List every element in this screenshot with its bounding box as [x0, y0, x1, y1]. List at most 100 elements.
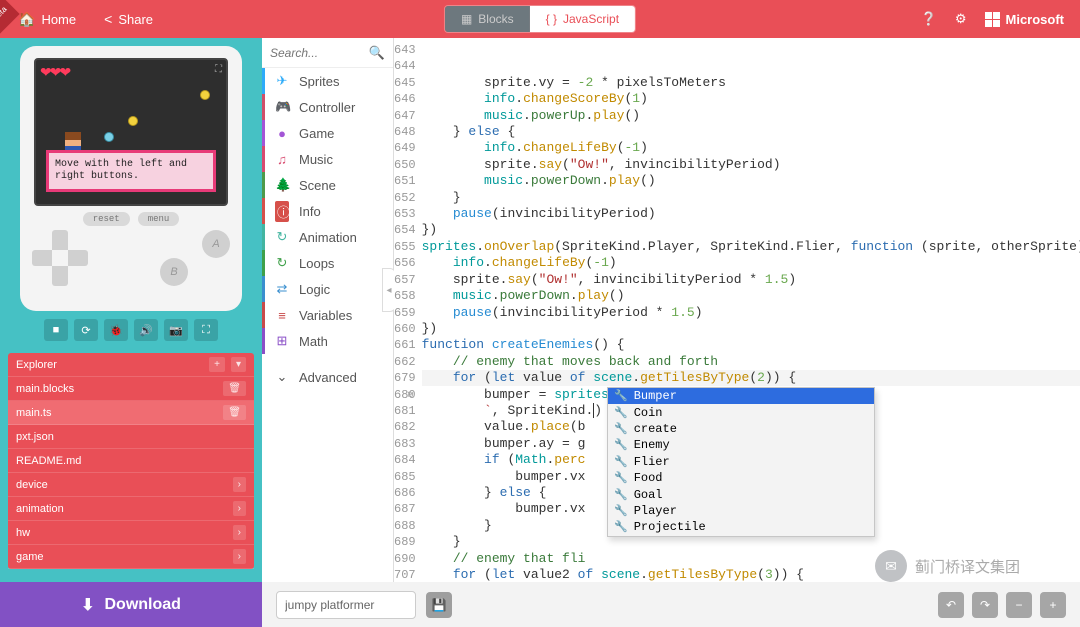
- delete-icon[interactable]: 🗑: [223, 381, 246, 396]
- fullscreen-icon[interactable]: ⛶: [215, 64, 222, 75]
- chevron-down-icon: ⌄: [275, 369, 289, 385]
- coin-sprite: [104, 132, 114, 142]
- sim-reset-button[interactable]: reset: [83, 212, 130, 226]
- file-label: device: [16, 479, 48, 491]
- explorer-item[interactable]: main.blocks 🗑: [8, 377, 254, 401]
- search-icon[interactable]: 🔍: [369, 45, 385, 61]
- suggest-item[interactable]: 🔧Coin: [608, 404, 874, 420]
- category-icon: 🌲: [275, 177, 289, 193]
- category-label: Info: [299, 204, 321, 219]
- zoom-out-button[interactable]: −: [1006, 592, 1032, 618]
- save-button[interactable]: 💾: [426, 592, 452, 618]
- toolbox-category[interactable]: ✈Sprites: [262, 68, 393, 94]
- suggest-item[interactable]: 🔧Player: [608, 503, 874, 519]
- sim-stop-button[interactable]: ■: [44, 319, 68, 341]
- chevron-right-icon[interactable]: ›: [233, 501, 246, 516]
- explorer-item[interactable]: main.ts🗑: [8, 401, 254, 425]
- toolbox-category[interactable]: ≡ Variables: [262, 302, 393, 328]
- explorer-item[interactable]: README.md: [8, 449, 254, 473]
- suggest-label: create: [634, 422, 677, 436]
- suggest-label: Flier: [634, 455, 670, 469]
- toolbox-category[interactable]: ⊞Math: [262, 328, 393, 354]
- sim-debug-button[interactable]: 🐞: [104, 319, 128, 341]
- toolbox-category[interactable]: ↻Loops: [262, 250, 393, 276]
- file-label: main.blocks: [16, 383, 74, 395]
- category-icon: ≡: [275, 308, 289, 323]
- share-button[interactable]: < Share: [94, 7, 163, 31]
- simulator-screen[interactable]: ⛶ ❤❤❤ Move with the left and right butto…: [34, 58, 228, 206]
- suggest-item[interactable]: 🔧create: [608, 421, 874, 437]
- wrench-icon: 🔧: [614, 438, 628, 452]
- topbar-right: ❔ ⚙ Microsoft: [921, 11, 1072, 27]
- sim-fullscreen-button[interactable]: ⛶: [194, 319, 218, 341]
- toolbox-category[interactable]: ●Game: [262, 120, 393, 146]
- project-name-input[interactable]: [276, 591, 416, 619]
- b-button[interactable]: B: [160, 258, 188, 286]
- category-label: Music: [299, 152, 333, 167]
- suggest-item[interactable]: 🔧 Enemy: [608, 437, 874, 453]
- explorer-header[interactable]: Explorer +▾: [8, 353, 254, 377]
- explorer-item[interactable]: device ›: [8, 473, 254, 497]
- zoom-in-button[interactable]: +: [1040, 592, 1066, 618]
- toolbox-category[interactable]: ↻Animation: [262, 224, 393, 250]
- coin-sprite: [128, 116, 138, 126]
- wechat-icon: ✉: [875, 550, 907, 582]
- sim-menu-button[interactable]: menu: [138, 212, 180, 226]
- project-toolbar: 💾 ↶ ↷ − +: [262, 582, 1080, 627]
- js-icon: { }: [546, 12, 557, 26]
- toolbox-category[interactable]: ⓘ Info: [262, 198, 393, 224]
- search-input[interactable]: [270, 46, 360, 60]
- intellisense-popup[interactable]: 🔧Bumper🔧Coin🔧create🔧Enemy🔧Flier🔧Food🔧Goa…: [607, 387, 875, 537]
- sim-mute-button[interactable]: 🔊: [134, 319, 158, 341]
- file-label: README.md: [16, 455, 81, 467]
- suggest-item[interactable]: 🔧Projectile: [608, 519, 874, 535]
- toolbox-category[interactable]: 🎮Controller: [262, 94, 393, 120]
- delete-icon[interactable]: 🗑: [223, 405, 246, 420]
- ab-buttons: A B: [160, 230, 230, 286]
- tab-blocks[interactable]: ▦ Blocks: [445, 6, 530, 32]
- sim-toolbar: ■ ⟳ 🐞 🔊 📷 ⛶: [44, 319, 218, 341]
- undo-button[interactable]: ↶: [938, 592, 964, 618]
- suggest-label: Coin: [634, 406, 663, 420]
- help-icon[interactable]: ❔: [921, 11, 937, 27]
- category-icon: ⓘ: [275, 201, 289, 222]
- suggest-label: Enemy: [634, 438, 670, 452]
- add-file-icon[interactable]: +: [209, 357, 225, 372]
- toolbox-column: 🔍 ✈Sprites🎮Controller●Game♫Music🌲Scene ⓘ I…: [262, 38, 394, 582]
- suggest-item[interactable]: 🔧Bumper: [608, 388, 874, 404]
- suggest-label: Bumper: [634, 389, 677, 403]
- tab-javascript[interactable]: { } JavaScript: [530, 6, 635, 32]
- toolbox-category[interactable]: 🌲Scene: [262, 172, 393, 198]
- suggest-item[interactable]: 🔧Food: [608, 470, 874, 486]
- redo-button[interactable]: ↷: [972, 592, 998, 618]
- suggest-item[interactable]: 🔧Goal: [608, 486, 874, 502]
- file-label: pxt.json: [16, 431, 54, 443]
- home-label: Home: [41, 12, 76, 27]
- home-button[interactable]: 🏠 Home: [8, 7, 86, 32]
- chevron-right-icon[interactable]: ›: [233, 549, 246, 564]
- category-label: Game: [299, 126, 334, 141]
- explorer-item[interactable]: hw›: [8, 521, 254, 545]
- toolbox-advanced[interactable]: ⌄ Advanced: [262, 364, 393, 390]
- sim-restart-button[interactable]: ⟳: [74, 319, 98, 341]
- chevron-right-icon[interactable]: ›: [233, 525, 246, 540]
- explorer-item[interactable]: animation›: [8, 497, 254, 521]
- toolbox-category[interactable]: ♫Music: [262, 146, 393, 172]
- explorer-item[interactable]: pxt.json: [8, 425, 254, 449]
- download-button[interactable]: ⬇ Download: [0, 582, 262, 627]
- category-label: Variables: [299, 308, 352, 323]
- a-button[interactable]: A: [202, 230, 230, 258]
- microsoft-logo[interactable]: Microsoft: [985, 12, 1065, 27]
- suggest-label: Goal: [634, 488, 663, 502]
- toolbox-category[interactable]: ⇄Logic: [262, 276, 393, 302]
- dpad[interactable]: [32, 230, 88, 286]
- chevron-right-icon[interactable]: ›: [233, 477, 246, 492]
- collapse-explorer-icon[interactable]: ▾: [231, 357, 246, 372]
- sim-snapshot-button[interactable]: 📷: [164, 319, 188, 341]
- settings-icon[interactable]: ⚙: [955, 11, 967, 27]
- category-icon: ⇄: [275, 281, 289, 297]
- explorer-item[interactable]: game›: [8, 545, 254, 569]
- wrench-icon: 🔧: [614, 471, 628, 485]
- wrench-icon: 🔧: [614, 520, 628, 534]
- suggest-item[interactable]: 🔧Flier: [608, 454, 874, 470]
